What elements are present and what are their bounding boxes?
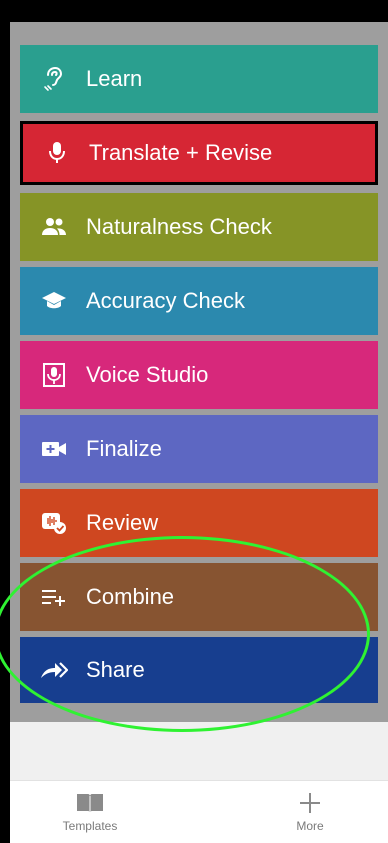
graduation-cap-icon bbox=[40, 287, 68, 315]
step-naturalness-check-label: Naturalness Check bbox=[86, 214, 272, 239]
step-translate-revise[interactable]: Translate + Revise bbox=[20, 121, 378, 185]
step-learn-label: Learn bbox=[86, 66, 143, 91]
step-naturalness-check[interactable]: Naturalness Check bbox=[20, 193, 378, 261]
step-share-label: Share bbox=[86, 657, 145, 682]
step-accuracy-check-label: Accuracy Check bbox=[86, 288, 245, 313]
step-voice-studio-label: Voice Studio bbox=[86, 362, 209, 387]
book-icon bbox=[77, 794, 103, 813]
plus-icon bbox=[300, 793, 320, 813]
step-review[interactable]: Review bbox=[20, 489, 378, 557]
step-accuracy-check[interactable]: Accuracy Check bbox=[20, 267, 378, 335]
step-share[interactable]: Share bbox=[20, 637, 378, 703]
step-combine-label: Combine bbox=[86, 584, 175, 609]
playlist-add-icon bbox=[40, 583, 68, 611]
audio-check-icon bbox=[40, 509, 68, 537]
voice-recorder-icon bbox=[40, 361, 68, 389]
microphone-icon bbox=[43, 139, 71, 167]
tab-templates[interactable]: Templates bbox=[10, 781, 170, 843]
step-translate-revise-label: Translate + Revise bbox=[89, 140, 273, 165]
step-combine[interactable]: Combine bbox=[20, 563, 378, 631]
app-screen: Learn Translate + Revise Naturalness Che… bbox=[0, 0, 388, 843]
tab-templates-label: Templates bbox=[62, 819, 118, 833]
share-arrow-icon bbox=[40, 656, 68, 684]
tab-more-label: More bbox=[296, 819, 324, 833]
step-finalize[interactable]: Finalize bbox=[20, 415, 378, 483]
tab-more[interactable]: More bbox=[230, 781, 388, 843]
video-add-icon bbox=[40, 435, 68, 463]
step-voice-studio[interactable]: Voice Studio bbox=[20, 341, 378, 409]
bottom-tab-bar: Templates More bbox=[10, 780, 388, 843]
people-icon bbox=[40, 213, 68, 241]
step-review-label: Review bbox=[86, 510, 159, 535]
step-finalize-label: Finalize bbox=[86, 436, 162, 461]
step-learn[interactable]: Learn bbox=[20, 45, 378, 113]
ear-icon bbox=[40, 65, 68, 93]
